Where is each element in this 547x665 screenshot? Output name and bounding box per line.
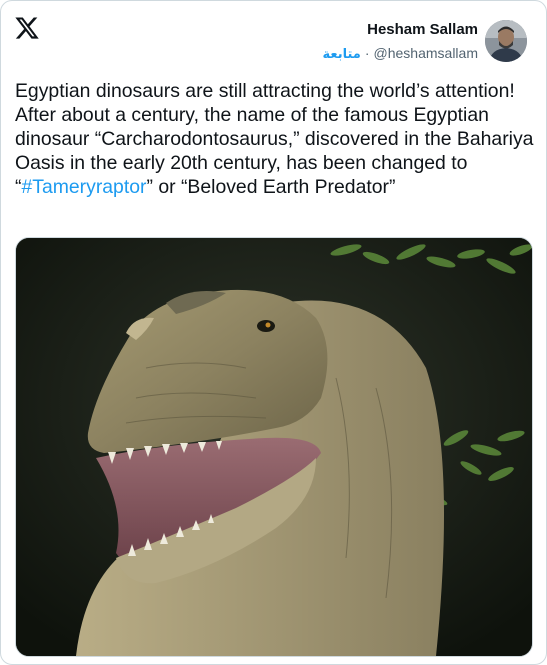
tweet-text-suffix: ” or “Beloved Earth Predator” [146, 176, 396, 198]
author-handle[interactable]: @heshamsallam [374, 45, 478, 61]
x-logo-icon[interactable] [14, 15, 40, 41]
dinosaur-illustration [16, 238, 532, 656]
follow-button[interactable]: متابعة [323, 47, 361, 62]
avatar[interactable] [485, 20, 527, 62]
avatar-image [485, 20, 527, 62]
tweet-card: Hesham Sallam متابعة · @heshamsallam Egypt… [0, 0, 547, 665]
tweet-image[interactable] [15, 237, 533, 657]
tweet-line-1: Egyptian dinosaurs are still attracting … [15, 80, 515, 102]
tweet-line-2: After about a century, the name of the f… [15, 103, 535, 199]
author-name[interactable]: Hesham Sallam [323, 21, 478, 39]
hashtag-link[interactable]: #Tameryraptor [21, 176, 146, 198]
tweet-text: Egyptian dinosaurs are still attracting … [15, 79, 535, 199]
author-meta: متابعة · @heshamsallam [323, 44, 479, 64]
author-block: Hesham Sallam متابعة · @heshamsallam [323, 21, 479, 64]
separator-dot: · [364, 45, 370, 61]
